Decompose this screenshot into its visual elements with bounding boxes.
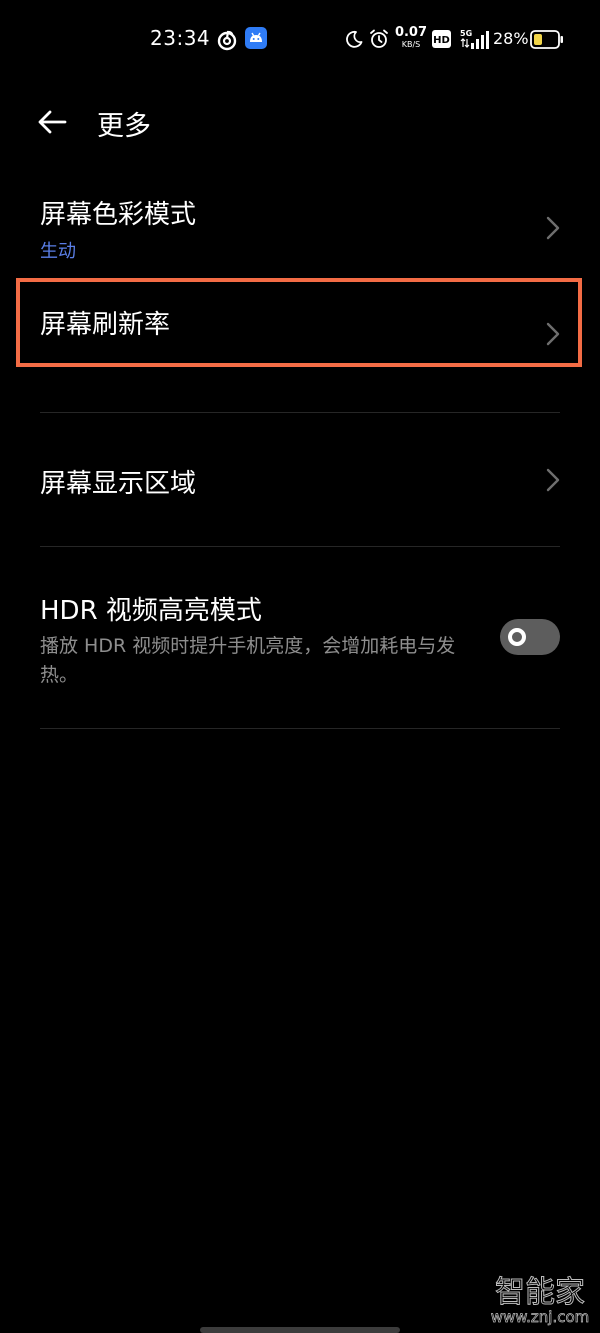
setting-title: 屏幕显示区域: [40, 469, 197, 499]
back-arrow-icon[interactable]: [36, 106, 68, 138]
network-speed-value: 0.07: [394, 25, 428, 40]
status-time: 23:34: [150, 26, 211, 50]
alarm-icon: [370, 29, 388, 48]
network-speed: 0.07 KB/S: [394, 26, 428, 49]
divider: [40, 728, 560, 729]
divider: [40, 412, 560, 413]
setting-screen-color-mode[interactable]: 屏幕色彩模式 生动: [0, 180, 600, 280]
page-title: 更多: [97, 111, 151, 142]
signal-5g-icon: 5G: [460, 29, 489, 49]
hd-icon: HD: [432, 30, 451, 48]
watermark-text: 智能家: [495, 1275, 585, 1310]
android-app-icon: [245, 27, 267, 49]
setting-screen-display-area[interactable]: 屏幕显示区域: [0, 440, 600, 520]
setting-value: 生动: [40, 241, 76, 262]
highlight-annotation-box: [16, 278, 582, 367]
divider: [40, 546, 560, 547]
setting-description: 播放 HDR 视频时提升手机亮度，会增加耗电与发热。: [40, 635, 456, 686]
setting-title: 屏幕色彩模式: [40, 200, 197, 230]
watermark-url: www.znj.com: [491, 1308, 590, 1326]
chevron-right-icon: [546, 468, 560, 492]
netease-music-icon: [217, 30, 237, 51]
status-bar: 23:34 0.07 KB/S HD 5G 28%: [0, 0, 600, 80]
network-speed-unit: KB/S: [401, 40, 421, 49]
home-indicator[interactable]: [200, 1327, 400, 1333]
toggle-knob: [508, 628, 526, 646]
hdr-toggle-switch[interactable]: [500, 619, 560, 655]
hd-label: HD: [433, 35, 450, 46]
battery-percent: 28%: [493, 29, 529, 48]
watermark-logo-icon: 智能家 www.znj.com: [490, 1275, 590, 1327]
chevron-right-icon: [546, 216, 560, 240]
network-type-label: 5G: [460, 29, 472, 38]
moon-icon: [346, 30, 363, 48]
battery-icon: [530, 30, 563, 49]
setting-title: HDR 视频高亮模式: [40, 596, 262, 626]
